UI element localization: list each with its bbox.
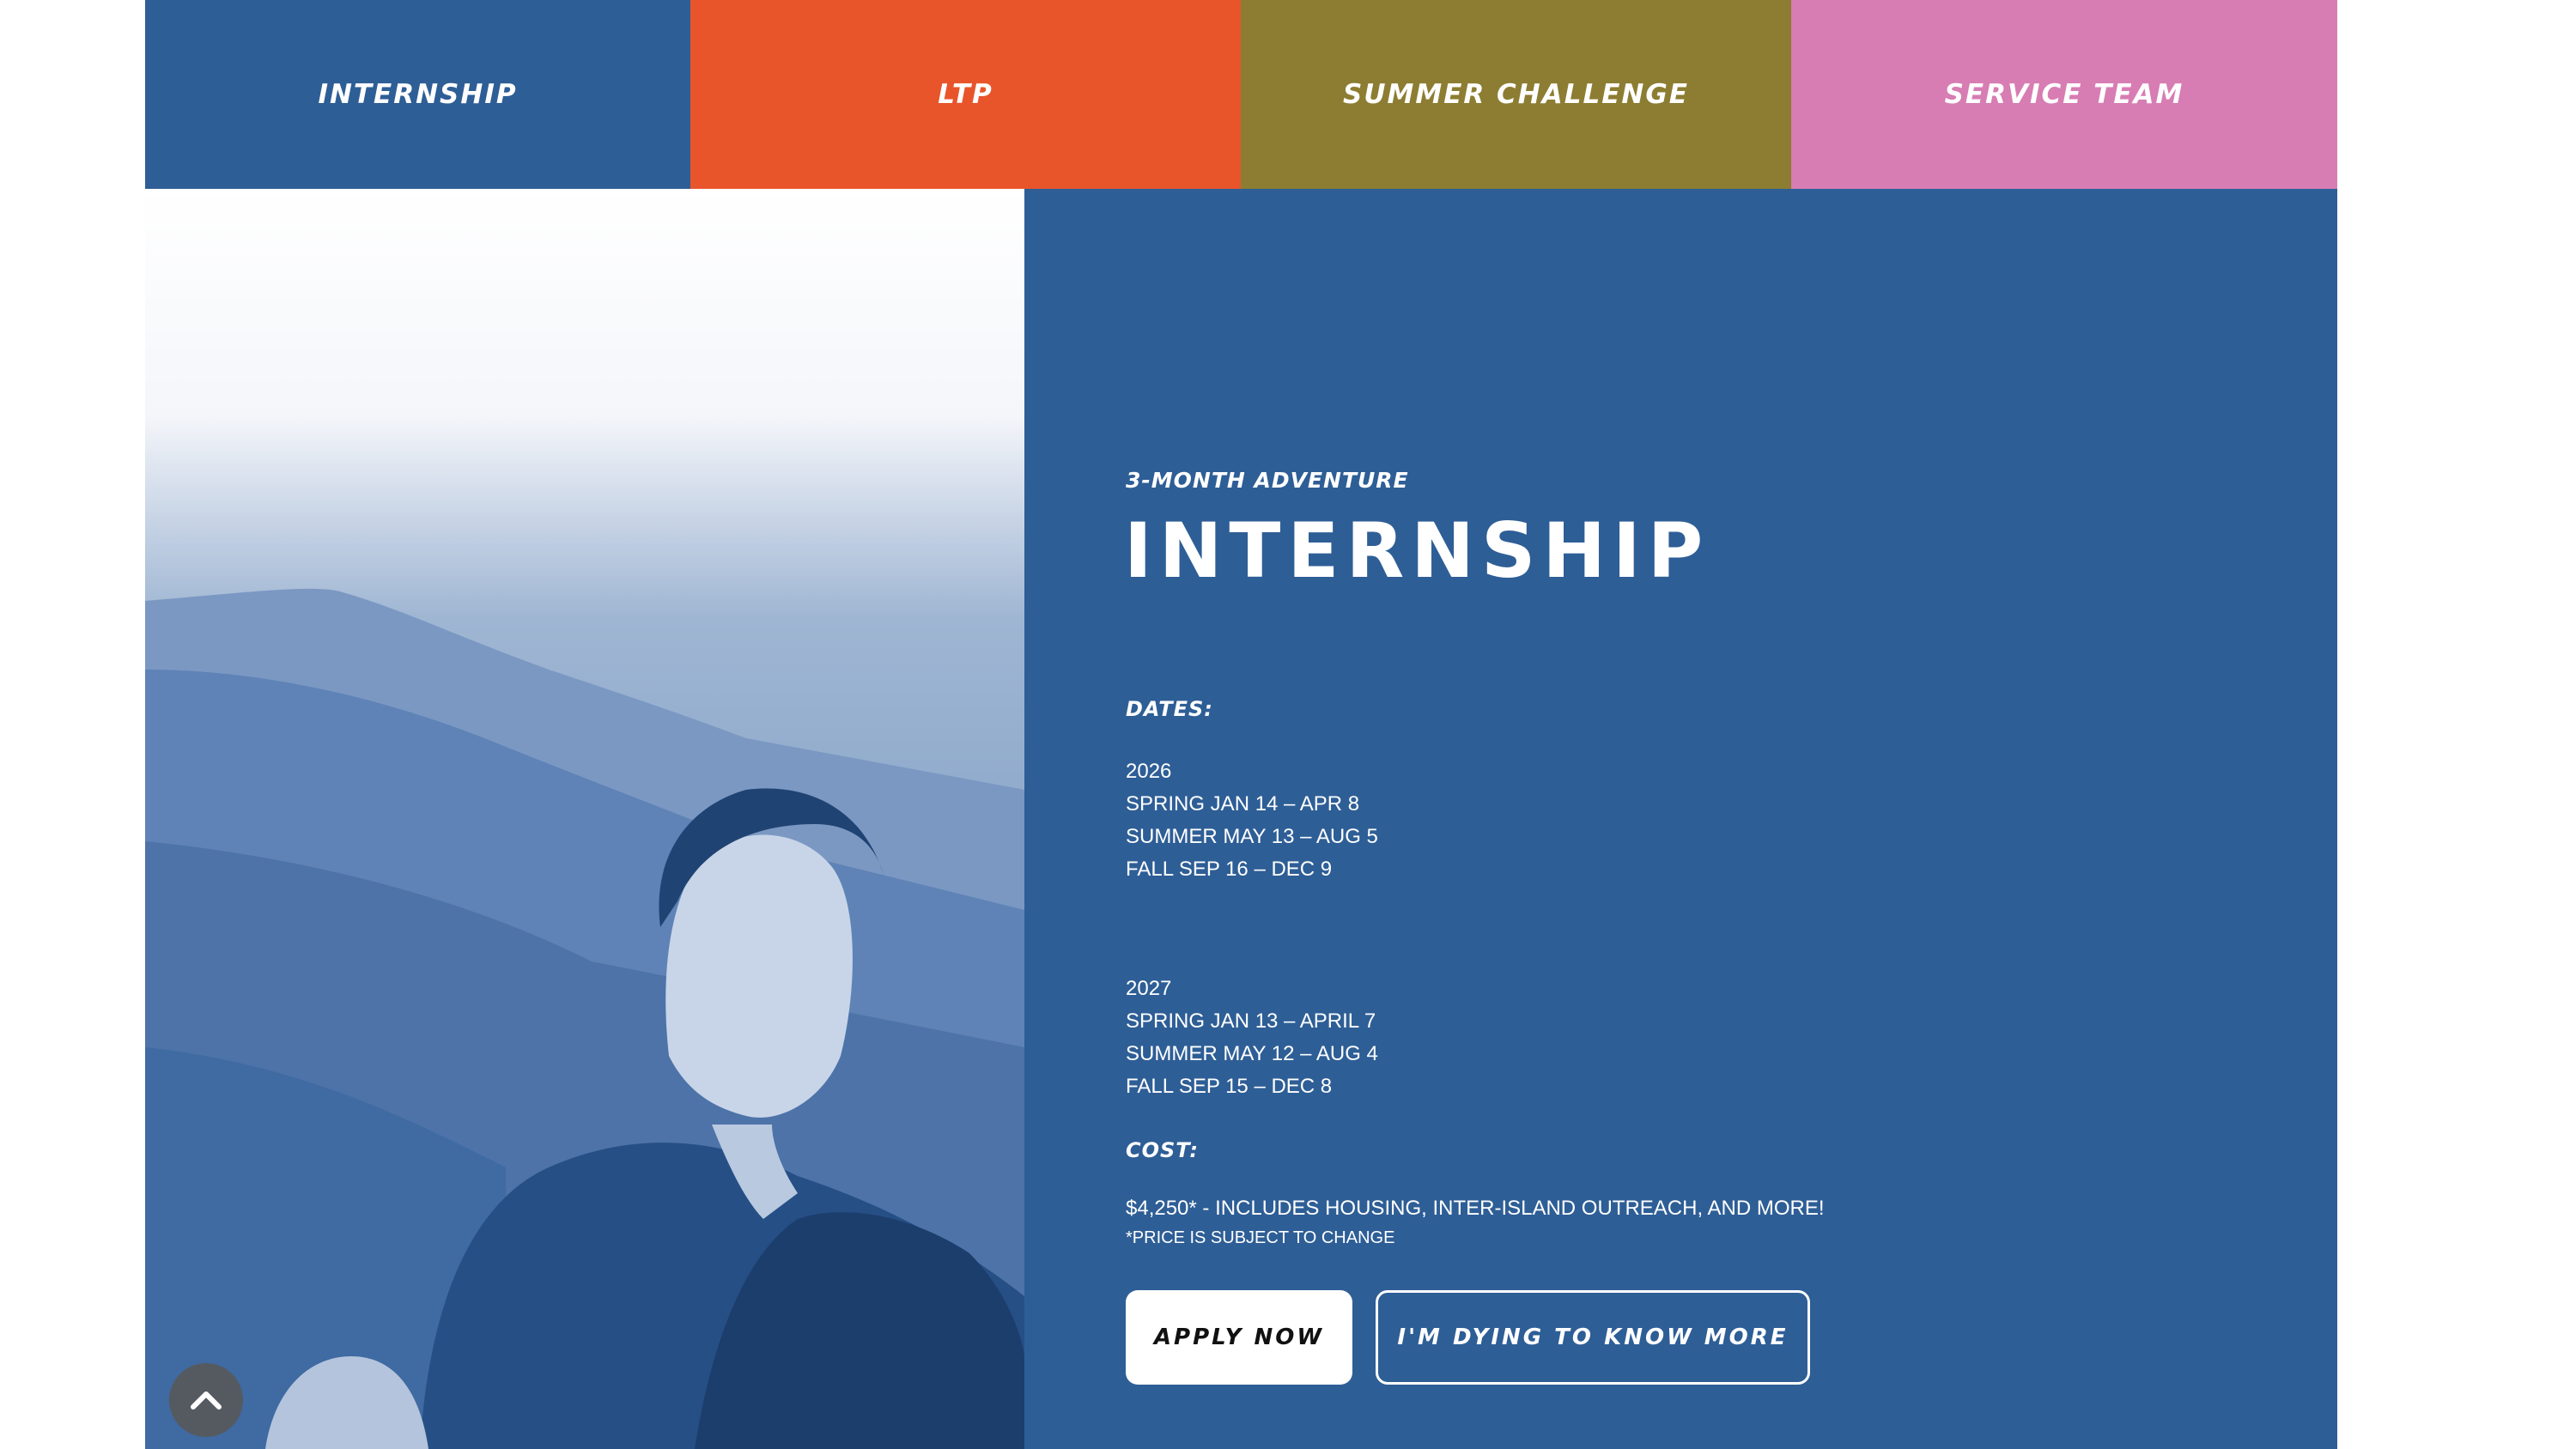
dates-2027: 2027 SPRING JAN 13 – APRIL 7 SUMMER MAY … xyxy=(1126,973,1378,1103)
tab-ltp[interactable]: LTP xyxy=(690,0,1242,189)
cost-value: $4,250* - INCLUDES HOUSING, INTER-ISLAND… xyxy=(1126,1197,1825,1220)
apply-now-button[interactable]: APPLY NOW xyxy=(1126,1290,1352,1385)
dates-label: DATES: xyxy=(1126,697,1213,721)
learn-more-button[interactable]: I'M DYING TO KNOW MORE xyxy=(1376,1290,1810,1385)
session-spring-2027: SPRING JAN 13 – APRIL 7 xyxy=(1126,1009,1376,1033)
page-title: INTERNSHIP xyxy=(1124,506,1710,595)
session-spring-2026: SPRING JAN 14 – APR 8 xyxy=(1126,792,1360,815)
tab-internship[interactable]: INTERNSHIP xyxy=(145,0,691,189)
session-fall-2027: FALL SEP 15 – DEC 8 xyxy=(1126,1075,1333,1098)
tab-service-team[interactable]: SERVICE TEAM xyxy=(1791,0,2338,189)
year-2027: 2027 xyxy=(1126,977,1172,1000)
cost-label: COST: xyxy=(1126,1138,1199,1162)
tab-summer-challenge[interactable]: SUMMER CHALLENGE xyxy=(1241,0,1791,189)
scroll-to-top-button[interactable] xyxy=(169,1363,243,1437)
hero-photo xyxy=(145,189,1024,1449)
year-2026: 2026 xyxy=(1126,760,1172,783)
dates-2026: 2026 SPRING JAN 14 – APR 8 SUMMER MAY 13… xyxy=(1126,755,1378,886)
chevron-up-icon xyxy=(191,1391,222,1410)
price-disclaimer: *PRICE IS SUBJECT TO CHANGE xyxy=(1126,1228,1395,1247)
session-summer-2026: SUMMER MAY 13 – AUG 5 xyxy=(1126,825,1378,848)
session-fall-2026: FALL SEP 16 – DEC 9 xyxy=(1126,858,1333,881)
program-duration: 3-MONTH ADVENTURE xyxy=(1126,468,1409,493)
program-details-panel: 3-MONTH ADVENTURE INTERNSHIP DATES: 2026… xyxy=(1024,189,2337,1449)
session-summer-2027: SUMMER MAY 12 – AUG 4 xyxy=(1126,1042,1378,1065)
program-tabs: INTERNSHIP LTP SUMMER CHALLENGE SERVICE … xyxy=(145,0,2338,189)
